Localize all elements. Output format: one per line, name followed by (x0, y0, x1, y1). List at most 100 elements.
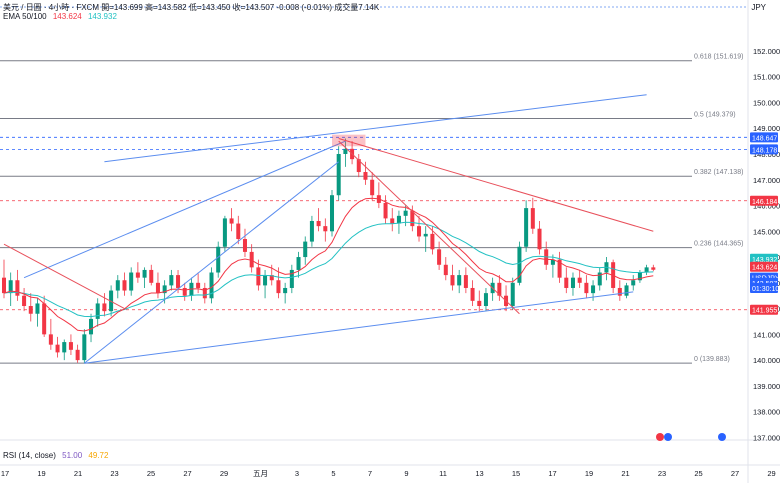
candle-body (417, 226, 422, 237)
fib-level-label: 0 (139.883) (694, 356, 730, 363)
y-tick-label: 139.000 (753, 382, 780, 391)
channel-upper-trendline (104, 94, 647, 163)
support-trendline (84, 291, 634, 364)
y-tick-label: 151.000 (753, 73, 780, 82)
candle-body (256, 267, 261, 286)
price-chart[interactable]: 152.000151.000150.000149.000148.000147.0… (0, 0, 780, 483)
candle-body (182, 287, 187, 296)
candle-body (209, 272, 214, 299)
candle-body (155, 282, 160, 294)
supply-zone (332, 134, 366, 147)
candle-body (463, 275, 468, 288)
candle-body (229, 218, 234, 224)
ema-label: EMA 50/100 (3, 12, 47, 21)
ema-legend: EMA 50/100 143.624 143.932 (3, 12, 121, 21)
candle-body (530, 208, 535, 229)
candle-body (336, 153, 341, 196)
candle-body (316, 220, 321, 227)
candle-body (48, 334, 53, 345)
fib-level-label: 0.5 (149.379) (694, 111, 736, 118)
candle-body (296, 257, 301, 270)
candle-body (624, 285, 629, 296)
candle-body (129, 272, 134, 291)
y-tick-label: 137.000 (753, 433, 780, 442)
candle-body (437, 249, 442, 265)
candle-body (584, 282, 589, 294)
x-tick-label: 11 (439, 469, 447, 478)
candle-body (42, 303, 47, 335)
candle-body (35, 303, 40, 314)
candle-body (483, 293, 488, 307)
candle-body (222, 218, 227, 247)
candle-body (242, 239, 247, 252)
candle-body (564, 277, 569, 288)
x-tick-label: 27 (183, 469, 191, 478)
event-icon (664, 433, 672, 441)
y-tick-label: 145.000 (753, 227, 780, 236)
candle-body (55, 344, 60, 353)
candle-body (591, 285, 596, 294)
candle-body (115, 280, 120, 291)
rsi-value2: 49.72 (88, 451, 109, 460)
candle-body (169, 275, 174, 286)
candle-body (28, 306, 33, 314)
candle-body (577, 277, 582, 283)
ema100-line (3, 221, 654, 318)
candle-body (423, 233, 428, 237)
candle-body (651, 267, 656, 270)
x-tick-label: 17 (548, 469, 556, 478)
rsi-legend: RSI (14, close) 51.00 49.72 (3, 451, 112, 460)
candle-body (329, 195, 335, 232)
candle-body (75, 349, 80, 361)
candle-body (149, 269, 154, 283)
candle-body (15, 280, 20, 296)
rsi-label: RSI (14, close) (3, 451, 56, 460)
candle-body (443, 264, 448, 276)
candle-body (390, 218, 395, 224)
candle-body (457, 275, 462, 286)
price-badge-label: 01:30:10 (752, 286, 779, 293)
y-tick-label: 152.000 (753, 47, 780, 56)
x-tick-label: 13 (475, 469, 483, 478)
candle-body (68, 342, 73, 350)
candle-body (236, 223, 241, 240)
candle-body (403, 210, 408, 216)
candle-body (216, 246, 221, 273)
x-tick-label: 5 (331, 469, 335, 478)
x-tick-label: 23 (658, 469, 666, 478)
candle-body (470, 287, 475, 301)
rsi-value1: 51.00 (62, 451, 83, 460)
candle-body (570, 277, 575, 288)
event-icon (718, 433, 726, 441)
candle-body (383, 202, 388, 219)
y-tick-label: 150.000 (753, 98, 780, 107)
candle-body (343, 148, 348, 154)
descending-channel-line (338, 140, 520, 315)
x-tick-label: 25 (147, 469, 155, 478)
price-badge-label: 146.184 (752, 199, 777, 206)
x-tick-label: 9 (404, 469, 408, 478)
x-tick-label: 29 (767, 469, 775, 478)
ema50-line (3, 197, 654, 332)
candle-body (537, 228, 542, 250)
candle-body (122, 280, 127, 291)
currency-label: JPY (751, 3, 766, 12)
x-tick-label: 23 (110, 469, 118, 478)
x-tick-label: 29 (220, 469, 228, 478)
candle-body (323, 226, 328, 232)
y-tick-label: 149.000 (753, 124, 780, 133)
candle-body (62, 342, 67, 353)
candle-body (95, 303, 100, 319)
x-tick-label: 17 (1, 469, 9, 478)
candle-body (363, 172, 368, 180)
fib-level-label: 0.618 (151.619) (694, 54, 743, 61)
candle-body (82, 334, 87, 361)
candle-body (510, 282, 515, 307)
y-tick-label: 138.000 (753, 408, 780, 417)
price-badge-label: 143.624 (752, 265, 777, 272)
candle-body (89, 318, 94, 335)
candle-body (524, 208, 529, 247)
ema100-value: 143.932 (87, 12, 117, 21)
candle-body (303, 241, 308, 258)
candle-body (617, 287, 622, 296)
